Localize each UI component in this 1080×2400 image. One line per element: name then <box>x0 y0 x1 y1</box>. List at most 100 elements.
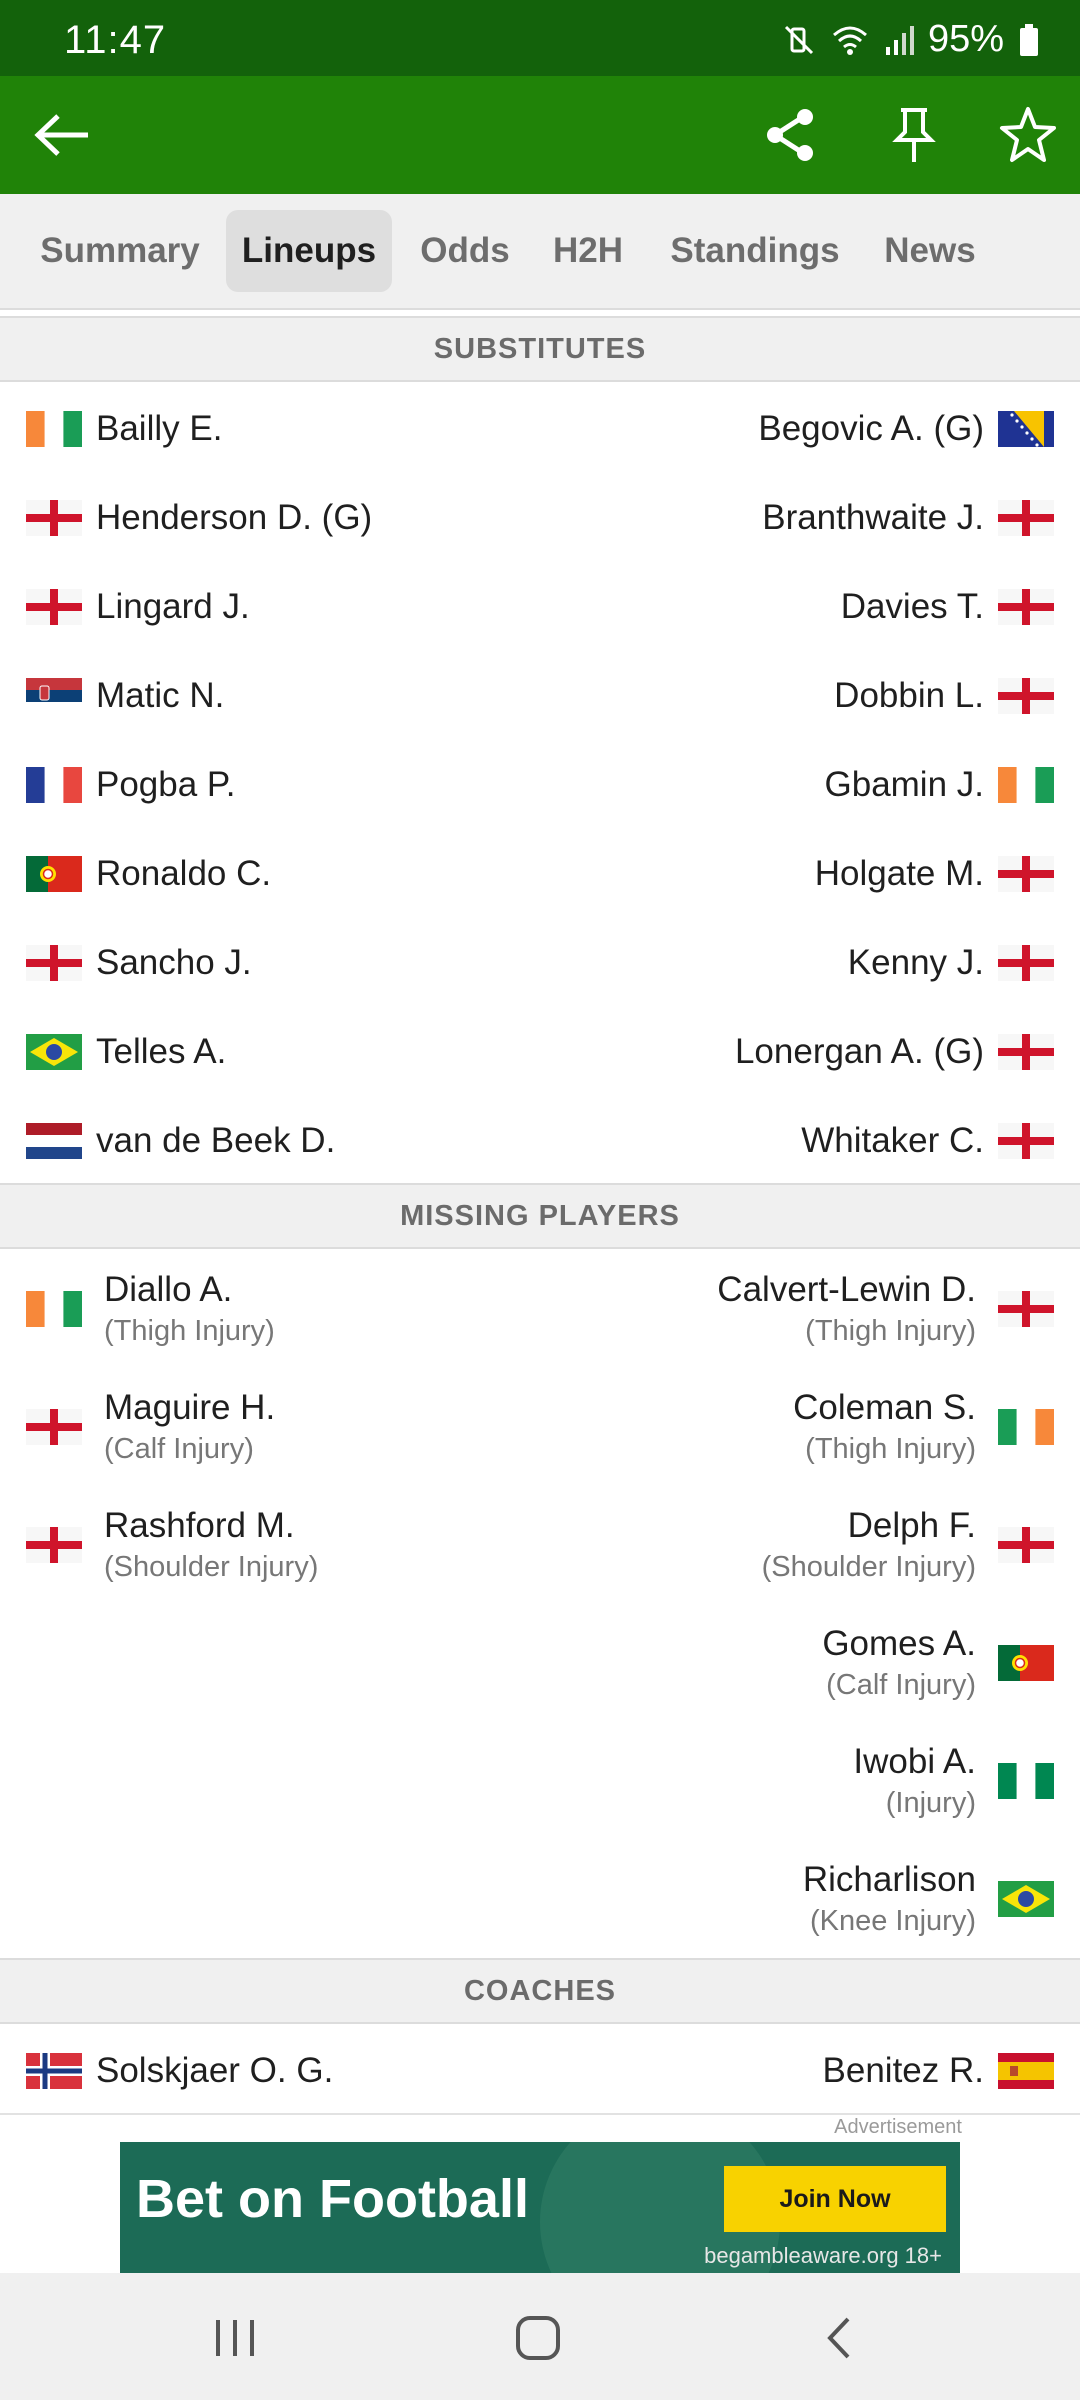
injury-reason: (Calf Injury) <box>826 1669 976 1701</box>
substitute-home[interactable]: Telles A. <box>26 1007 226 1096</box>
back-arrow-icon[interactable] <box>32 105 92 165</box>
player-name: Davies T. <box>840 586 984 626</box>
battery-icon <box>1018 23 1040 57</box>
substitute-home[interactable]: Sancho J. <box>26 918 252 1007</box>
flag-england-icon <box>998 677 1054 714</box>
substitute-away[interactable]: Davies T. <box>841 562 1054 651</box>
coach-away[interactable]: Benitez R. <box>823 2026 1054 2115</box>
player-name: Iwobi A. <box>853 1742 976 1781</box>
missing-away[interactable]: Calvert-Lewin D. (Thigh Injury) <box>717 1250 1054 1368</box>
flag-england-icon <box>998 855 1054 892</box>
substitute-row: van de Beek D. Whitaker C. <box>0 1096 1080 1185</box>
join-now-button[interactable]: Join Now <box>724 2166 946 2232</box>
missing-away[interactable]: Richarlison (Knee Injury) <box>803 1840 1054 1958</box>
flag-england-icon <box>998 1033 1054 1070</box>
substitute-away[interactable]: Whitaker C. <box>801 1096 1054 1185</box>
flag-ivory-coast-icon <box>26 410 82 447</box>
tab-h2h[interactable]: H2H <box>538 210 638 292</box>
player-name: Telles A. <box>96 1031 227 1071</box>
flag-england-icon <box>998 499 1054 536</box>
home-icon[interactable] <box>503 2303 573 2373</box>
substitute-home[interactable]: Ronaldo C. <box>26 829 271 918</box>
player-name: Pogba P. <box>96 764 236 804</box>
wifi-icon <box>830 23 870 57</box>
substitute-away[interactable]: Begovic A. (G) <box>758 384 1054 473</box>
player-name: Diallo A. <box>104 1270 233 1309</box>
coaches-header: COACHES <box>0 1958 1080 2024</box>
flag-england-icon <box>26 588 82 625</box>
substitute-home[interactable]: van de Beek D. <box>26 1096 335 1185</box>
substitute-home[interactable]: Henderson D. (G) <box>26 473 372 562</box>
substitute-row: Telles A. Lonergan A. (G) <box>0 1007 1080 1096</box>
advertisement-label: Advertisement <box>834 2116 962 2138</box>
injury-reason: (Knee Injury) <box>809 1905 976 1937</box>
tab-summary[interactable]: Summary <box>28 210 212 292</box>
substitute-row: Ronaldo C. Holgate M. <box>0 829 1080 918</box>
injury-reason: (Injury) <box>885 1787 976 1819</box>
flag-england-icon <box>26 1527 82 1563</box>
player-name: Bailly E. <box>96 408 223 448</box>
player-name: Holgate M. <box>814 853 984 893</box>
pin-icon[interactable] <box>884 105 944 165</box>
flag-england-icon <box>26 944 82 981</box>
flag-spain-icon <box>998 2052 1054 2089</box>
back-icon[interactable] <box>805 2303 875 2373</box>
missing-home[interactable]: Diallo A. (Thigh Injury) <box>26 1250 275 1368</box>
share-icon[interactable] <box>760 105 820 165</box>
missing-player-row: Richarlison (Knee Injury) <box>0 1840 1080 1958</box>
flag-brazil-icon <box>998 1881 1054 1917</box>
player-name: Maguire H. <box>104 1388 276 1427</box>
missing-player-row: Iwobi A. (Injury) <box>0 1722 1080 1840</box>
missing-away[interactable]: Iwobi A. (Injury) <box>853 1722 1054 1840</box>
substitutes-header: SUBSTITUTES <box>0 316 1080 382</box>
tab-lineups[interactable]: Lineups <box>226 210 392 292</box>
substitute-home[interactable]: Pogba P. <box>26 740 236 829</box>
missing-away[interactable]: Delph F. (Shoulder Injury) <box>762 1486 1054 1604</box>
battery-percent: 95% <box>927 18 1004 60</box>
player-name: Lonergan A. (G) <box>734 1031 984 1071</box>
substitute-away[interactable]: Dobbin L. <box>834 651 1054 740</box>
coach-home[interactable]: Solskjaer O. G. <box>26 2026 333 2115</box>
recent-apps-icon[interactable] <box>200 2303 270 2373</box>
substitute-home[interactable]: Bailly E. <box>26 384 222 473</box>
missing-home[interactable]: Rashford M. (Shoulder Injury) <box>26 1486 318 1604</box>
star-icon[interactable] <box>998 105 1058 165</box>
ad-footer: begambleaware.org 18+ <box>704 2243 942 2268</box>
injury-reason: (Shoulder Injury) <box>104 1551 319 1583</box>
flag-portugal-icon <box>998 1645 1054 1681</box>
flag-nigeria-icon <box>998 1763 1054 1799</box>
tab-news[interactable]: News <box>872 210 988 292</box>
player-name: Matic N. <box>96 675 225 715</box>
injury-reason: (Calf Injury) <box>104 1433 254 1465</box>
flag-norway-icon <box>26 2052 82 2089</box>
ad-banner[interactable]: Bet on Football Join Now begambleaware.o… <box>120 2142 960 2273</box>
substitute-row: Matic N. Dobbin L. <box>0 651 1080 740</box>
missing-home[interactable]: Maguire H. (Calf Injury) <box>26 1368 275 1486</box>
coaches-row: Solskjaer O. G. Benitez R. <box>0 2026 1080 2115</box>
substitute-home[interactable]: Matic N. <box>26 651 224 740</box>
substitute-away[interactable]: Kenny J. <box>848 918 1054 1007</box>
player-name: Ronaldo C. <box>96 853 272 893</box>
substitute-away[interactable]: Branthwaite J. <box>762 473 1054 562</box>
substitute-away[interactable]: Gbamin J. <box>825 740 1054 829</box>
app-bar <box>0 76 1080 194</box>
tab-standings[interactable]: Standings <box>652 210 858 292</box>
substitute-away[interactable]: Holgate M. <box>815 829 1054 918</box>
player-name: Richarlison <box>802 1860 976 1899</box>
substitute-away[interactable]: Lonergan A. (G) <box>735 1007 1054 1096</box>
missing-away[interactable]: Gomes A. (Calf Injury) <box>822 1604 1054 1722</box>
system-nav-bar <box>0 2273 1080 2400</box>
ad-title: Bet on Football <box>136 2169 529 2229</box>
player-name: Lingard J. <box>96 586 250 626</box>
flag-england-icon <box>26 1409 82 1445</box>
substitute-row: Lingard J. Davies T. <box>0 562 1080 651</box>
mute-vibrate-icon <box>782 23 816 57</box>
substitute-home[interactable]: Lingard J. <box>26 562 250 651</box>
injury-reason: (Thigh Injury) <box>805 1315 976 1347</box>
substitute-row: Bailly E. Begovic A. (G) <box>0 384 1080 473</box>
flag-france-icon <box>26 766 82 803</box>
missing-away[interactable]: Coleman S. (Thigh Injury) <box>793 1368 1054 1486</box>
tab-bar: Summary Lineups Odds H2H Standings News <box>0 194 1080 310</box>
substitute-row: Henderson D. (G) Branthwaite J. <box>0 473 1080 562</box>
tab-odds[interactable]: Odds <box>406 210 524 292</box>
